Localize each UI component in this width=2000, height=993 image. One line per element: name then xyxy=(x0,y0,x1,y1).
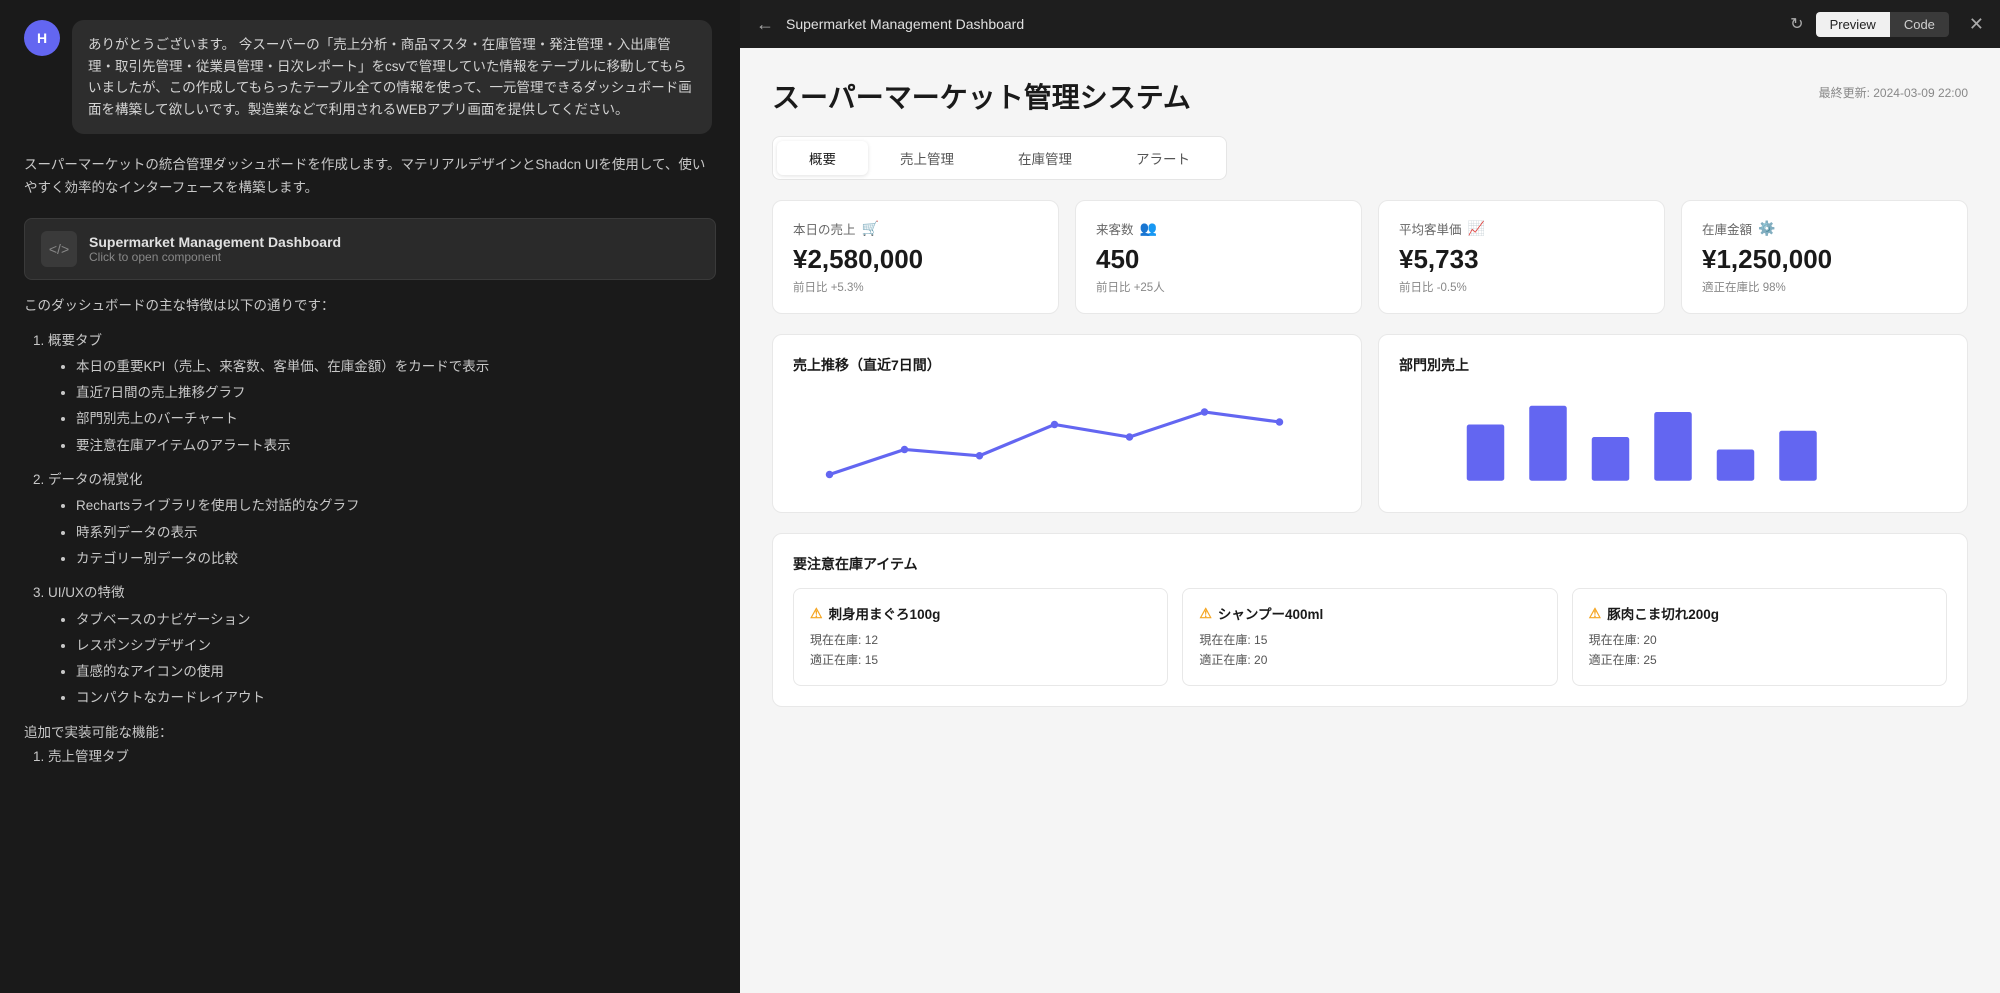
feature-section-1-title: 概要タブ xyxy=(48,329,716,353)
alert-item-1-name: シャンプー400ml xyxy=(1218,603,1323,623)
dept-sales-title: 部門別売上 xyxy=(1399,355,1947,375)
feature-item: タブベースのナビゲーション xyxy=(76,608,716,632)
right-panel: ← Supermarket Management Dashboard ↻ Pre… xyxy=(740,0,2000,993)
kpi-avg-value: ¥5,733 xyxy=(1399,244,1644,275)
component-icon: </> xyxy=(41,231,77,267)
kpi-inventory-change: 適正在庫比 98% xyxy=(1702,279,1947,295)
additional-text: 追加で実装可能な機能： xyxy=(24,721,716,745)
close-button[interactable]: ✕ xyxy=(1969,14,1984,35)
current-val-2: 20 xyxy=(1643,633,1656,647)
dept-chart-svg xyxy=(1399,387,1947,487)
optimal-label-2: 適正在庫: xyxy=(1589,653,1640,667)
gear-icon: ⚙️ xyxy=(1758,220,1775,237)
charts-row: 売上推移（直近7日間） 部門別売上 xyxy=(772,334,1968,513)
tab-overview[interactable]: 概要 xyxy=(777,141,868,175)
alert-item-2: ⚠ 豚肉こま切れ200g 現在在庫: 20 適正在庫: 25 xyxy=(1572,588,1947,686)
kpi-visitors-value: 450 xyxy=(1096,244,1341,275)
feature-item: 直近7日間の売上推移グラフ xyxy=(76,381,716,405)
kpi-visitors-change: 前日比 +25人 xyxy=(1096,279,1341,295)
alert-title: 要注意在庫アイテム xyxy=(793,554,1947,574)
kpi-avg-label: 平均客単価 xyxy=(1399,219,1462,238)
optimal-val-2: 25 xyxy=(1643,653,1656,667)
tab-inventory[interactable]: 在庫管理 xyxy=(986,141,1104,175)
dept-sales-chart: 部門別売上 xyxy=(1378,334,1968,513)
current-val-1: 15 xyxy=(1254,633,1267,647)
feature-item: 時系列データの表示 xyxy=(76,521,716,545)
cart-icon: 🛒 xyxy=(862,220,879,237)
code-button[interactable]: Code xyxy=(1890,12,1949,37)
optimal-label-1: 適正在庫: xyxy=(1199,653,1250,667)
dashboard-updated: 最終更新: 2024-03-09 22:00 xyxy=(1819,84,1968,101)
left-panel: H ありがとうございます。 今スーパーの「売上分析・商品マスタ・在庫管理・発注管… xyxy=(0,0,740,993)
sales-trend-title: 売上推移（直近7日間） xyxy=(793,355,1341,375)
kpi-card-avg: 平均客単価 📈 ¥5,733 前日比 -0.5% xyxy=(1378,200,1665,314)
alert-grid: ⚠ 刺身用まぐろ100g 現在在庫: 12 適正在庫: 15 ⚠ xyxy=(793,588,1947,686)
warning-icon-2: ⚠ xyxy=(1589,605,1602,622)
feature-item: 直感的なアイコンの使用 xyxy=(76,660,716,684)
feature-section-2-title: データの視覚化 xyxy=(48,468,716,492)
top-bar: ← Supermarket Management Dashboard ↻ Pre… xyxy=(740,0,2000,48)
dashboard: スーパーマーケット管理システム 最終更新: 2024-03-09 22:00 概… xyxy=(740,48,2000,993)
kpi-avg-change: 前日比 -0.5% xyxy=(1399,279,1644,295)
kpi-visitors-label: 来客数 xyxy=(1096,219,1134,238)
feature-item: カテゴリー別データの比較 xyxy=(76,547,716,571)
message-bubble: ありがとうございます。 今スーパーの「売上分析・商品マスタ・在庫管理・発注管理・… xyxy=(72,20,712,134)
trend-icon: 📈 xyxy=(1468,220,1485,237)
tab-sales[interactable]: 売上管理 xyxy=(868,141,986,175)
component-title: Supermarket Management Dashboard xyxy=(89,234,341,250)
feature-item: 要注意在庫アイテムのアラート表示 xyxy=(76,434,716,458)
back-button[interactable]: ← xyxy=(756,14,774,35)
optimal-val-1: 20 xyxy=(1254,653,1267,667)
alert-item-2-name: 豚肉こま切れ200g xyxy=(1607,603,1719,623)
optimal-label-0: 適正在庫: xyxy=(810,653,861,667)
component-card[interactable]: </> Supermarket Management Dashboard Cli… xyxy=(24,218,716,280)
alert-item-0-name: 刺身用まぐろ100g xyxy=(829,603,941,623)
kpi-card-visitors: 来客数 👥 450 前日比 +25人 xyxy=(1075,200,1362,314)
current-label-2: 現在在庫: xyxy=(1589,633,1640,647)
kpi-sales-value: ¥2,580,000 xyxy=(793,244,1038,275)
preview-button[interactable]: Preview xyxy=(1816,12,1890,37)
alert-section: 要注意在庫アイテム ⚠ 刺身用まぐろ100g 現在在庫: 12 適正在庫: 15 xyxy=(772,533,1968,707)
topbar-title: Supermarket Management Dashboard xyxy=(786,16,1778,32)
kpi-inventory-label: 在庫金額 xyxy=(1702,219,1752,238)
kpi-sales-change: 前日比 +5.3% xyxy=(793,279,1038,295)
additional-item: 売上管理タブ xyxy=(48,745,716,769)
feature-item: Rechartsライブラリを使用した対話的なグラフ xyxy=(76,494,716,518)
sales-chart-svg xyxy=(793,387,1341,487)
preview-code-group: Preview Code xyxy=(1816,12,1949,37)
tab-bar: 概要 売上管理 在庫管理 アラート xyxy=(772,136,1227,180)
feature-item: 本日の重要KPI（売上、来客数、客単価、在庫金額）をカードで表示 xyxy=(76,355,716,379)
alert-item-1: ⚠ シャンプー400ml 現在在庫: 15 適正在庫: 20 xyxy=(1182,588,1557,686)
feature-item: コンパクトなカードレイアウト xyxy=(76,686,716,710)
feature-section-3-title: UI/UXの特徴 xyxy=(48,581,716,605)
kpi-card-sales: 本日の売上 🛒 ¥2,580,000 前日比 +5.3% xyxy=(772,200,1059,314)
dashboard-title: スーパーマーケット管理システム xyxy=(772,76,1191,116)
kpi-card-inventory: 在庫金額 ⚙️ ¥1,250,000 適正在庫比 98% xyxy=(1681,200,1968,314)
current-val-0: 12 xyxy=(865,633,878,647)
warning-icon-1: ⚠ xyxy=(1199,605,1212,622)
component-subtitle: Click to open component xyxy=(89,250,341,264)
assistant-intro: スーパーマーケットの統合管理ダッシュボードを作成します。マテリアルデザインとSh… xyxy=(24,154,716,200)
warning-icon-0: ⚠ xyxy=(810,605,823,622)
user-message: H ありがとうございます。 今スーパーの「売上分析・商品マスタ・在庫管理・発注管… xyxy=(24,20,716,134)
current-label-0: 現在在庫: xyxy=(810,633,861,647)
avatar: H xyxy=(24,20,60,56)
refresh-button[interactable]: ↻ xyxy=(1790,14,1803,34)
optimal-val-0: 15 xyxy=(865,653,878,667)
current-label-1: 現在在庫: xyxy=(1199,633,1250,647)
feature-list: このダッシュボードの主な特徴は以下の通りです： 概要タブ 本日の重要KPI（売上… xyxy=(24,294,716,769)
people-icon: 👥 xyxy=(1140,220,1157,237)
sales-trend-chart: 売上推移（直近7日間） xyxy=(772,334,1362,513)
feature-item: レスポンシブデザイン xyxy=(76,634,716,658)
kpi-inventory-value: ¥1,250,000 xyxy=(1702,244,1947,275)
kpi-grid: 本日の売上 🛒 ¥2,580,000 前日比 +5.3% 来客数 👥 450 前… xyxy=(772,200,1968,314)
feature-item: 部門別売上のバーチャート xyxy=(76,407,716,431)
features-intro: このダッシュボードの主な特徴は以下の通りです： xyxy=(24,294,716,318)
tab-alerts[interactable]: アラート xyxy=(1104,141,1222,175)
alert-item-0: ⚠ 刺身用まぐろ100g 現在在庫: 12 適正在庫: 15 xyxy=(793,588,1168,686)
kpi-sales-label: 本日の売上 xyxy=(793,219,856,238)
dashboard-header: スーパーマーケット管理システム 最終更新: 2024-03-09 22:00 xyxy=(772,76,1968,116)
